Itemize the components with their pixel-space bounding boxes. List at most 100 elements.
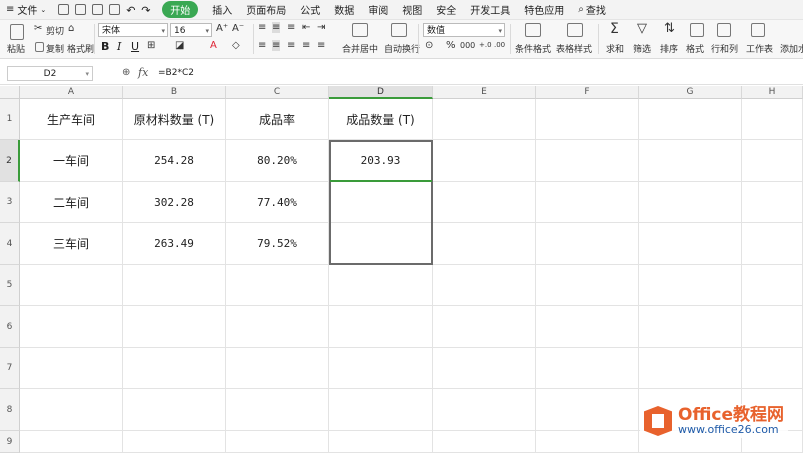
cell-a1[interactable]: 生产车间 (20, 99, 123, 140)
cell-f1[interactable] (536, 99, 639, 140)
formula-input[interactable]: =B2*C2 (158, 68, 194, 78)
cell-f2[interactable] (536, 140, 639, 182)
underline-button[interactable]: U (131, 40, 139, 53)
align-left-icon[interactable]: ≡ (258, 40, 266, 51)
cell-e5[interactable] (433, 265, 536, 306)
save-icon[interactable] (58, 4, 70, 15)
align-center-icon[interactable]: ≡ (272, 40, 281, 51)
tab-special-apps[interactable]: 特色应用 (524, 2, 564, 17)
cell-b9[interactable] (123, 431, 226, 453)
row-header-3[interactable]: 3 (0, 182, 20, 223)
distributed-icon[interactable]: ≡ (317, 40, 325, 51)
cell-b5[interactable] (123, 265, 226, 306)
tab-data[interactable]: 数据 (334, 2, 354, 17)
cell-a9[interactable] (20, 431, 123, 453)
cell-g7[interactable] (639, 348, 742, 389)
cell-e8[interactable] (433, 389, 536, 431)
cell-h4[interactable] (742, 223, 803, 265)
cell-e9[interactable] (433, 431, 536, 453)
font-size-select[interactable]: 16 ▾ (170, 23, 212, 37)
cell-a8[interactable] (20, 389, 123, 431)
add-watermark-button[interactable]: 添加水印 (780, 42, 803, 55)
column-header-b[interactable]: B (123, 86, 226, 99)
column-header-a[interactable]: A (20, 86, 123, 99)
cell-d4[interactable] (329, 223, 433, 265)
tab-developer[interactable]: 开发工具 (470, 2, 510, 17)
align-bottom-icon[interactable]: ≡ (287, 22, 295, 33)
decrease-font-icon[interactable]: A⁻ (232, 23, 244, 34)
bold-button[interactable]: B (101, 40, 109, 53)
cell-d7[interactable] (329, 348, 433, 389)
cell-d6[interactable] (329, 306, 433, 348)
cell-g6[interactable] (639, 306, 742, 348)
cell-d1[interactable]: 成品数量 (T) (329, 99, 433, 140)
border-icon[interactable]: ⊞ (147, 40, 155, 51)
worksheet-button[interactable]: 工作表 (746, 42, 773, 55)
percent-icon[interactable]: % (446, 40, 456, 51)
cell-c3[interactable]: 77.40% (226, 182, 329, 223)
increase-decimal-icon[interactable]: +.0 (479, 41, 492, 49)
rows-cols-button[interactable]: 行和列 (711, 42, 738, 55)
cell-b7[interactable] (123, 348, 226, 389)
currency-icon[interactable]: ⊙ (425, 40, 433, 51)
column-header-e[interactable]: E (433, 86, 536, 99)
file-menu[interactable]: ≡ 文件 ⌄ (6, 2, 46, 17)
table-style-button[interactable]: 表格样式 (556, 42, 592, 55)
cell-c5[interactable] (226, 265, 329, 306)
cell-f9[interactable] (536, 431, 639, 453)
justify-icon[interactable]: ≡ (302, 40, 310, 51)
cell-b6[interactable] (123, 306, 226, 348)
wrap-text-button[interactable]: 自动换行 (384, 42, 420, 55)
align-right-icon[interactable]: ≡ (287, 40, 295, 51)
search-button[interactable]: ⌕ 查找 (578, 2, 606, 17)
column-header-f[interactable]: F (536, 86, 639, 99)
indent-right-icon[interactable]: ⇥ (317, 22, 325, 33)
sum-button[interactable]: 求和 (606, 42, 624, 55)
cell-f5[interactable] (536, 265, 639, 306)
cell-e7[interactable] (433, 348, 536, 389)
cell-f4[interactable] (536, 223, 639, 265)
cell-g4[interactable] (639, 223, 742, 265)
cell-d3[interactable] (329, 182, 433, 223)
cell-b2[interactable]: 254.28 (123, 140, 226, 182)
cell-g3[interactable] (639, 182, 742, 223)
cell-f3[interactable] (536, 182, 639, 223)
cell-a4[interactable]: 三车间 (20, 223, 123, 265)
indent-left-icon[interactable]: ⇤ (302, 22, 310, 33)
fx-icon[interactable]: fx (138, 66, 148, 79)
print-preview-icon[interactable] (109, 4, 121, 15)
paste-button[interactable]: 粘贴 (7, 42, 25, 55)
column-header-h[interactable]: H (742, 86, 803, 99)
cell-c4[interactable]: 79.52% (226, 223, 329, 265)
clear-format-icon[interactable]: ◇ (232, 40, 240, 51)
tab-home[interactable]: 开始 (162, 1, 199, 18)
cell-g5[interactable] (639, 265, 742, 306)
cell-h3[interactable] (742, 182, 803, 223)
font-color-icon[interactable]: A (210, 40, 217, 51)
cell-c6[interactable] (226, 306, 329, 348)
cell-b8[interactable] (123, 389, 226, 431)
paste-icon[interactable] (10, 24, 24, 40)
merge-center-button[interactable]: 合并居中 (342, 42, 378, 55)
copy-button[interactable]: 复制 (46, 42, 64, 55)
align-middle-icon[interactable]: ≡ (272, 22, 281, 33)
font-name-select[interactable]: 宋体 ▾ (98, 23, 168, 37)
tab-insert[interactable]: 插入 (212, 2, 232, 17)
name-box[interactable]: D2 ▾ (7, 66, 93, 81)
cell-e4[interactable] (433, 223, 536, 265)
row-header-9[interactable]: 9 (0, 431, 20, 453)
fill-color-icon[interactable]: ◪ (175, 40, 184, 51)
cell-g2[interactable] (639, 140, 742, 182)
cell-b3[interactable]: 302.28 (123, 182, 226, 223)
tab-security[interactable]: 安全 (436, 2, 456, 17)
row-header-7[interactable]: 7 (0, 348, 20, 389)
cell-a6[interactable] (20, 306, 123, 348)
row-header-2[interactable]: 2 (0, 140, 20, 182)
cell-c1[interactable]: 成品率 (226, 99, 329, 140)
cell-c2[interactable]: 80.20% (226, 140, 329, 182)
italic-button[interactable]: I (117, 40, 121, 53)
cell-d9[interactable] (329, 431, 433, 453)
cell-c9[interactable] (226, 431, 329, 453)
row-header-4[interactable]: 4 (0, 223, 20, 265)
align-top-icon[interactable]: ≡ (258, 22, 266, 33)
